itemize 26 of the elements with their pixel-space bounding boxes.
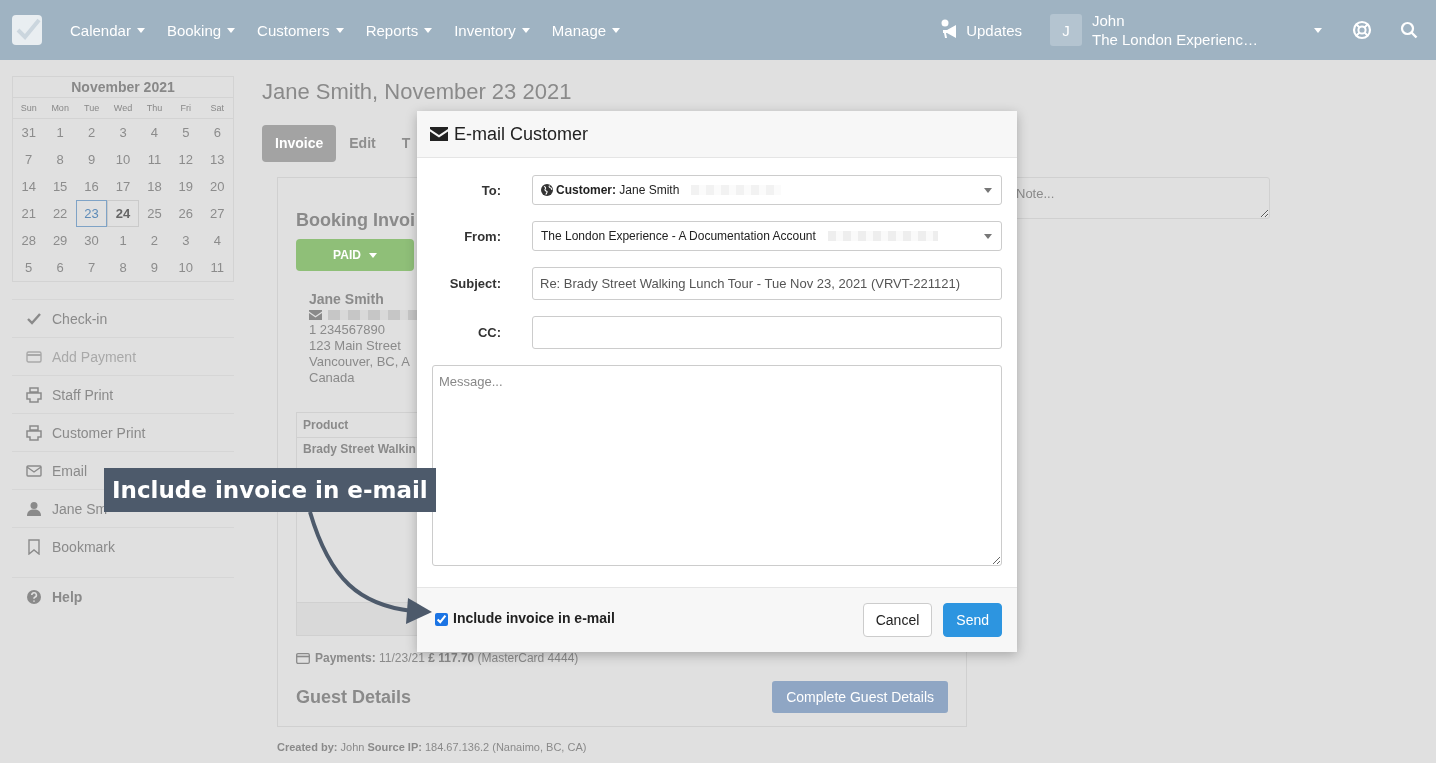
weekday-label: Tue xyxy=(82,103,101,113)
address-line: Vancouver, BC, A xyxy=(309,354,410,370)
field-label: Subject: xyxy=(448,276,501,291)
weekday-label: Fri xyxy=(179,103,193,113)
weekday-label: Mon xyxy=(50,103,70,113)
section-heading: Guest Details xyxy=(296,686,412,708)
address-line: Canada xyxy=(309,370,355,386)
weekday-label: Sun xyxy=(19,103,38,113)
created-by-line: Created by: John Source IP: 184.67.136.2 (Nanaimo, BC, CA) xyxy=(277,741,588,753)
table-cell: Brady Street Walkin xyxy=(303,442,416,456)
field-label: From: xyxy=(463,228,501,244)
customer-name: Jane Smith xyxy=(309,291,384,307)
payments-summary: Payments: 11/23/21 £ 117.70 (MasterCard 4444) xyxy=(315,651,579,665)
customer-phone: 1 234567890 xyxy=(309,322,385,338)
dialog-title: E-mail Customer xyxy=(454,123,589,145)
weekday-label: Wed xyxy=(112,103,134,113)
annotation-tooltip: Include invoice in e-mail xyxy=(104,468,436,512)
weekday-label: Sat xyxy=(209,103,226,113)
column-header: Product xyxy=(303,418,349,432)
field-label: To: xyxy=(480,182,501,198)
field-label: CC: xyxy=(476,325,501,340)
weekday-label: Thu xyxy=(145,103,164,113)
calendar-month: November 2021 xyxy=(13,77,233,98)
invoice-heading: Booking Invoi xyxy=(296,209,416,232)
page-title: Jane Smith, November 23 2021 xyxy=(262,80,573,104)
address-line: 123 Main Street xyxy=(309,338,401,354)
